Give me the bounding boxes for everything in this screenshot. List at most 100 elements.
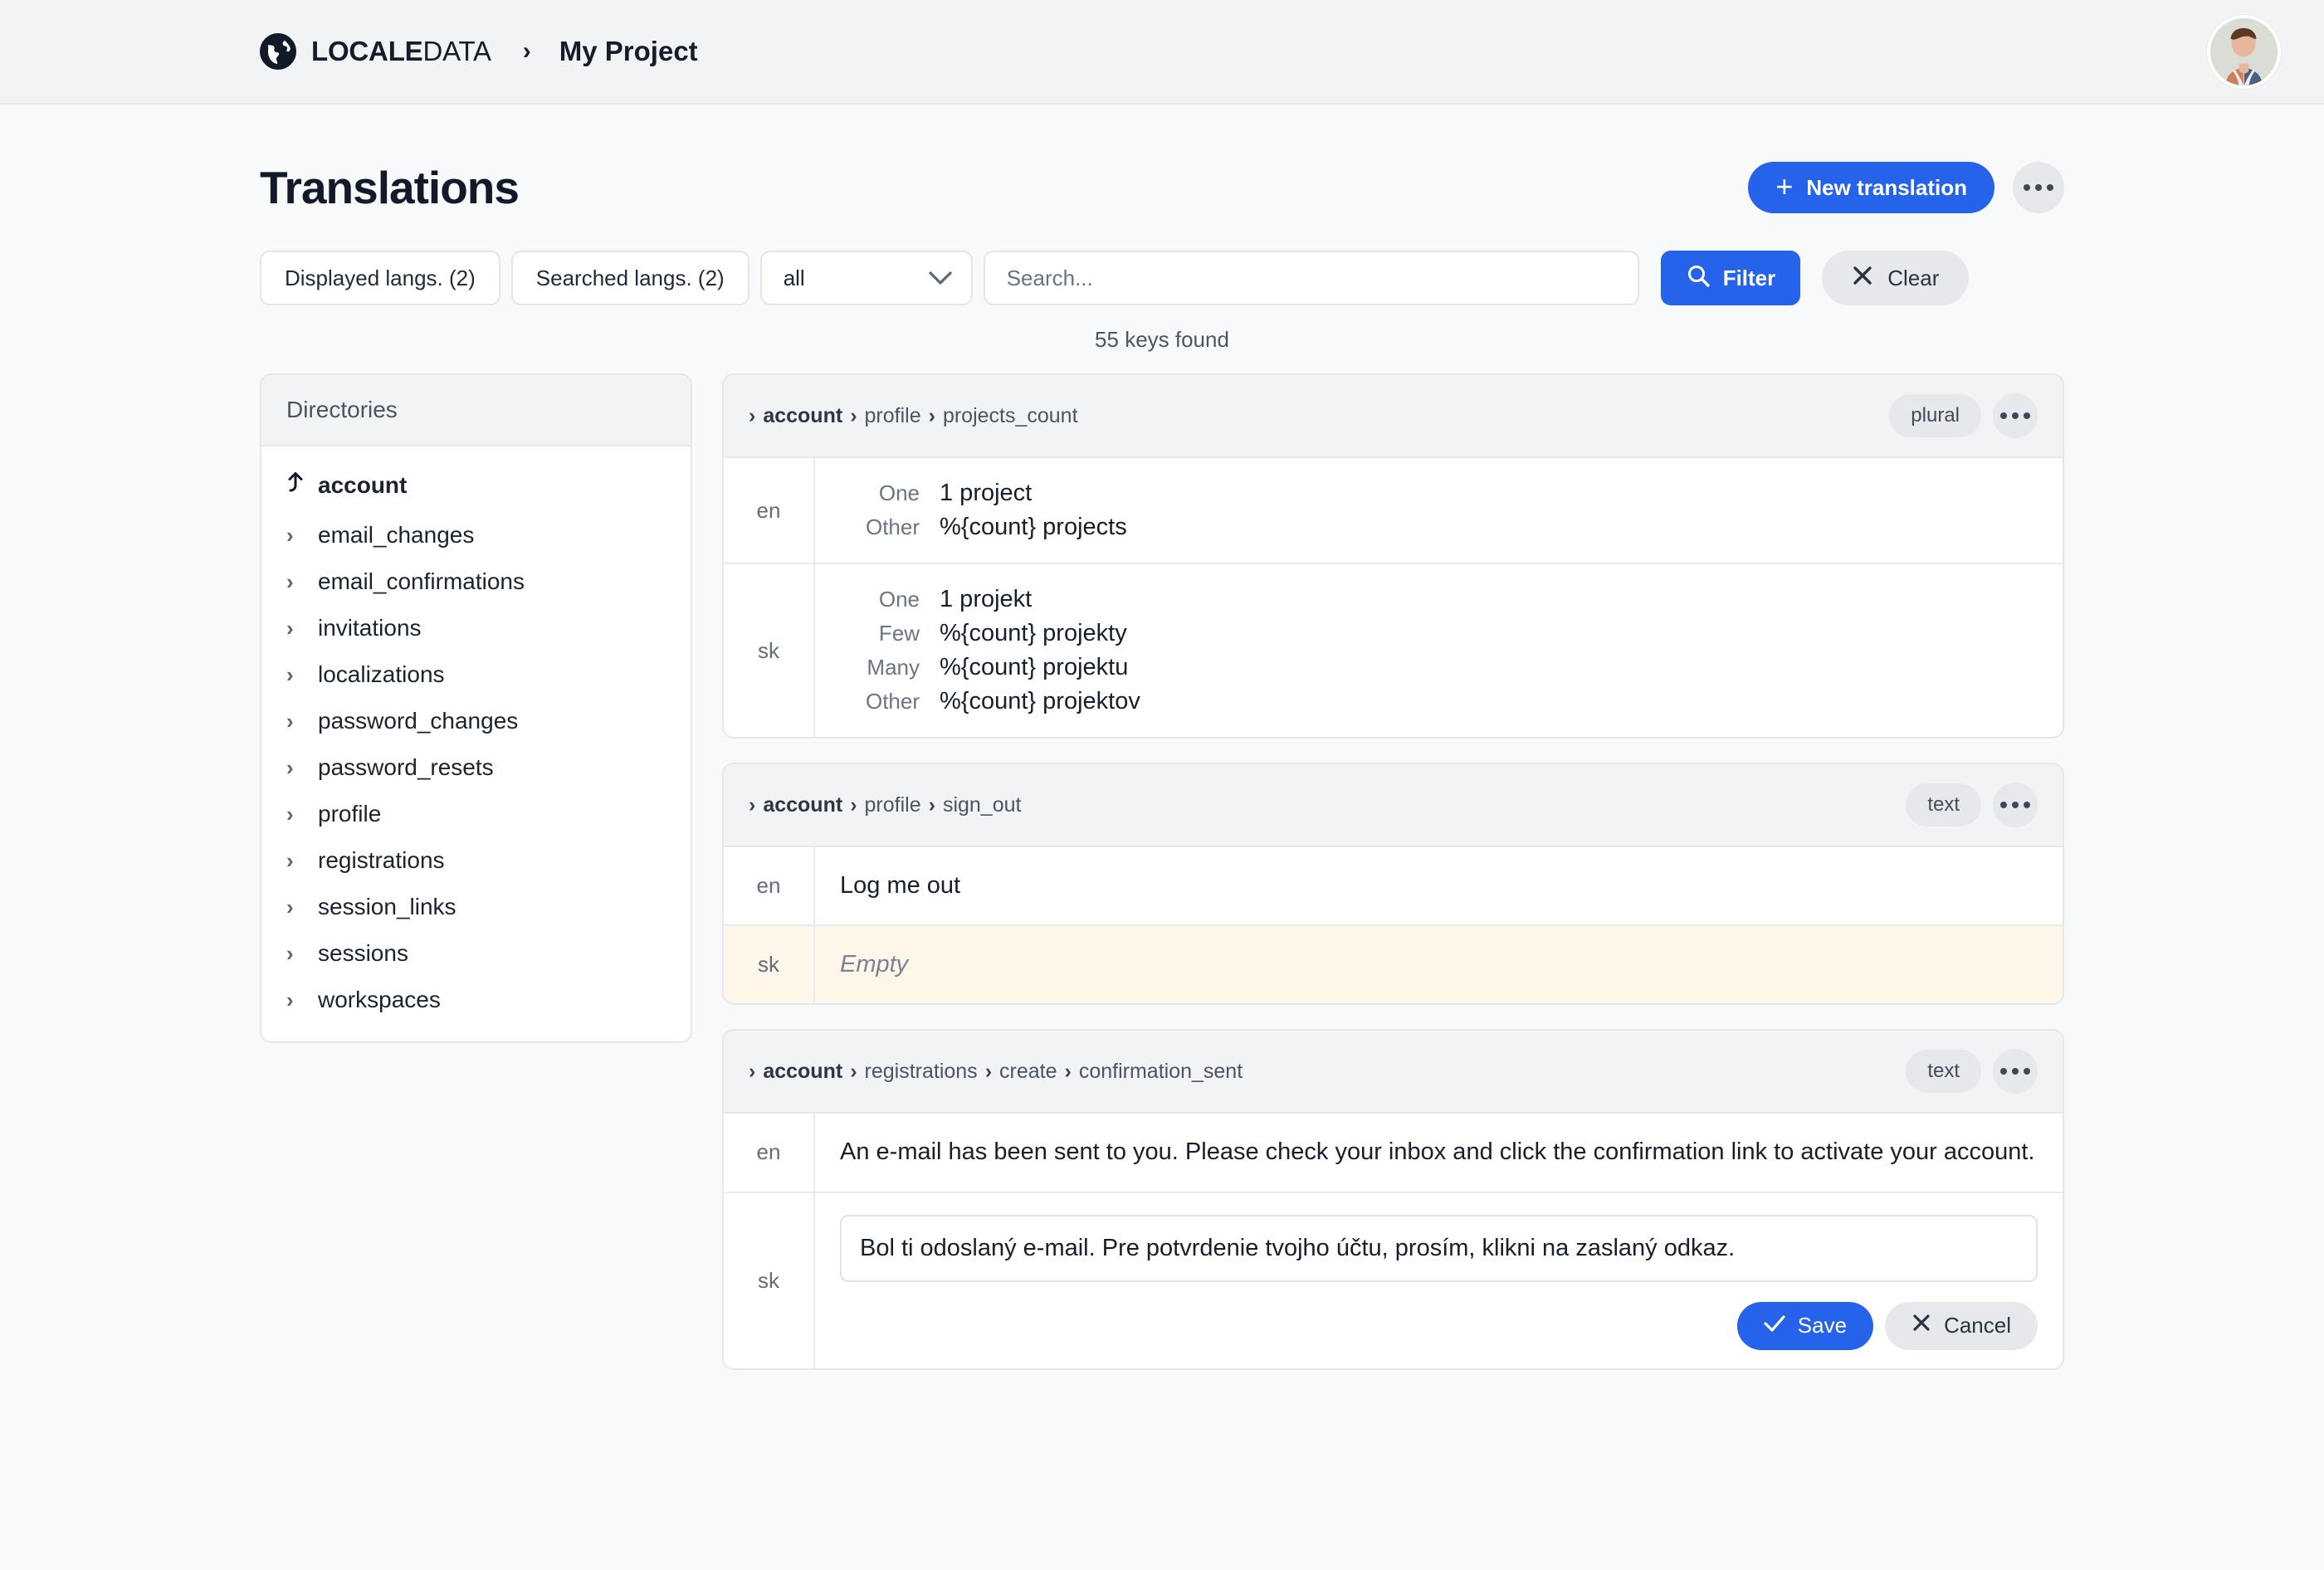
brand-name[interactable]: LOCALEDATA (311, 36, 491, 67)
translation-value[interactable]: Log me out (815, 847, 2063, 924)
breadcrumb-segment[interactable]: account (763, 793, 842, 817)
cancel-button[interactable]: Cancel (1885, 1301, 2038, 1350)
plural-form-value: %{count} projects (940, 514, 1127, 540)
sidebar-item-invitations[interactable]: › invitations (261, 605, 691, 651)
translation-row[interactable]: en Log me out (724, 847, 2063, 927)
breadcrumb-segment[interactable]: profile (865, 793, 921, 817)
filter-button[interactable]: Filter (1660, 251, 1801, 305)
translation-card-header: › account › registrations › create › con… (724, 1031, 2063, 1114)
sidebar-item-label: session_links (318, 894, 456, 919)
sidebar-item-parent-account[interactable]: account (261, 460, 691, 512)
directories-panel: Directories account › email_changes › em… (260, 373, 692, 1043)
translation-row-editing[interactable]: sk Save (724, 1192, 2063, 1368)
translation-value[interactable]: One 1 project Other %{count} projects (815, 458, 2063, 563)
translation-text: Log me out (840, 872, 961, 899)
chevron-right-icon: › (286, 847, 294, 873)
plural-form-list: One 1 projekt Few %{count} projekty Many… (840, 586, 2038, 715)
status-select[interactable]: all (759, 251, 973, 305)
plural-form-value: %{count} projektu (940, 654, 1129, 680)
sidebar-item-workspaces[interactable]: › workspaces (261, 977, 691, 1023)
card-header-actions: plural (1889, 393, 2038, 438)
breadcrumb-segment[interactable]: sign_out (943, 793, 1022, 817)
card-more-options-button[interactable] (1993, 393, 2038, 438)
sidebar-item-label: account (318, 471, 408, 498)
breadcrumb-segment[interactable]: registrations (865, 1060, 978, 1084)
translation-row[interactable]: sk One 1 projekt Few %{count} projekty M… (724, 564, 2063, 737)
lang-code: en (724, 847, 815, 925)
translation-row[interactable]: en An e-mail has been sent to you. Pleas… (724, 1114, 2063, 1193)
page-header: Translations + New translation (260, 105, 2064, 214)
avatar[interactable] (2207, 15, 2281, 89)
breadcrumb-segment[interactable]: projects_count (943, 404, 1078, 428)
breadcrumb-segment[interactable]: profile (865, 404, 921, 428)
translation-row[interactable]: en One 1 project Other %{count} projects (724, 458, 2063, 564)
breadcrumb-segment[interactable]: account (763, 1060, 842, 1084)
save-label: Save (1797, 1313, 1848, 1338)
sidebar-item-registrations[interactable]: › registrations (261, 837, 691, 884)
translation-value[interactable]: Empty (815, 926, 2063, 1003)
plus-icon: + (1775, 168, 1794, 203)
translation-value[interactable]: One 1 projekt Few %{count} projekty Many… (815, 564, 2063, 737)
clear-button[interactable]: Clear (1822, 251, 1970, 305)
searched-langs-button[interactable]: Searched langs. (2) (510, 251, 749, 305)
displayed-langs-button[interactable]: Displayed langs. (2) (260, 251, 500, 305)
plural-form-key: Other (865, 689, 920, 714)
save-button[interactable]: Save (1736, 1301, 1874, 1350)
breadcrumb-segment[interactable]: create (999, 1060, 1057, 1084)
plural-form: One 1 project (840, 480, 2038, 507)
page-more-options-button[interactable] (2013, 162, 2064, 213)
ellipsis-icon (2000, 412, 2030, 419)
breadcrumb-separator-icon: › (522, 37, 531, 65)
breadcrumb-segment[interactable]: confirmation_sent (1079, 1060, 1243, 1084)
card-more-options-button[interactable] (1993, 783, 2038, 827)
sidebar-item-password-resets[interactable]: › password_resets (261, 744, 691, 791)
directories-title: Directories (261, 375, 691, 446)
status-select-value: all (783, 265, 805, 290)
new-translation-button[interactable]: + New translation (1748, 162, 1994, 213)
translation-cards: › account › profile › projects_count plu… (722, 373, 2064, 1370)
translation-value[interactable]: An e-mail has been sent to you. Please c… (815, 1114, 2063, 1191)
filter-bar: Displayed langs. (2) Searched langs. (2)… (260, 251, 2064, 305)
chevron-right-icon: › (286, 615, 294, 641)
search-input[interactable] (983, 251, 1639, 305)
chevron-right-icon: › (286, 522, 294, 548)
close-icon (1852, 265, 1873, 292)
top-bar: LOCALEDATA › My Project (0, 0, 2324, 105)
cancel-label: Cancel (1944, 1313, 2011, 1338)
translation-editor: Save Cancel (815, 1193, 2063, 1368)
ellipsis-icon (2000, 802, 2030, 808)
translation-card-header: › account › profile › sign_out text (724, 764, 2063, 847)
sidebar-item-session-links[interactable]: › session_links (261, 884, 691, 930)
sidebar-item-label: invitations (318, 615, 422, 641)
translation-card: › account › registrations › create › con… (722, 1029, 2064, 1370)
sidebar-item-sessions[interactable]: › sessions (261, 930, 691, 977)
sidebar-item-localizations[interactable]: › localizations (261, 651, 691, 698)
sidebar-item-email-changes[interactable]: › email_changes (261, 512, 691, 558)
plural-form-key: Few (878, 621, 920, 646)
sidebar-item-label: password_changes (318, 708, 519, 734)
project-name[interactable]: My Project (559, 36, 698, 67)
plural-form-list: One 1 project Other %{count} projects (840, 480, 2038, 541)
translation-edit-input[interactable] (840, 1214, 2038, 1282)
chevron-down-icon (928, 266, 953, 291)
sidebar-item-email-confirmations[interactable]: › email_confirmations (261, 558, 691, 605)
clear-label: Clear (1887, 265, 1940, 290)
empty-placeholder: Empty (840, 951, 909, 978)
breadcrumb-segment[interactable]: account (763, 404, 842, 428)
chevron-right-icon: › (286, 940, 294, 966)
chevron-right-icon: › (286, 661, 294, 687)
sidebar-item-label: sessions (318, 940, 408, 966)
translation-row-empty[interactable]: sk Empty (724, 926, 2063, 1004)
status-badge: plural (1889, 394, 1981, 437)
sidebar-item-password-changes[interactable]: › password_changes (261, 698, 691, 744)
new-translation-label: New translation (1806, 174, 1967, 200)
sidebar-item-profile[interactable]: › profile (261, 791, 691, 837)
sidebar-item-label: registrations (318, 847, 445, 873)
breadcrumb-separator-icon: › (850, 792, 857, 817)
status-badge: text (1906, 783, 1981, 826)
plural-form-key: One (878, 480, 920, 505)
card-more-options-button[interactable] (1993, 1049, 2038, 1095)
brand-name-light: DATA (422, 36, 491, 66)
plural-form-value: 1 project (940, 480, 1033, 506)
search-icon (1686, 263, 1711, 294)
